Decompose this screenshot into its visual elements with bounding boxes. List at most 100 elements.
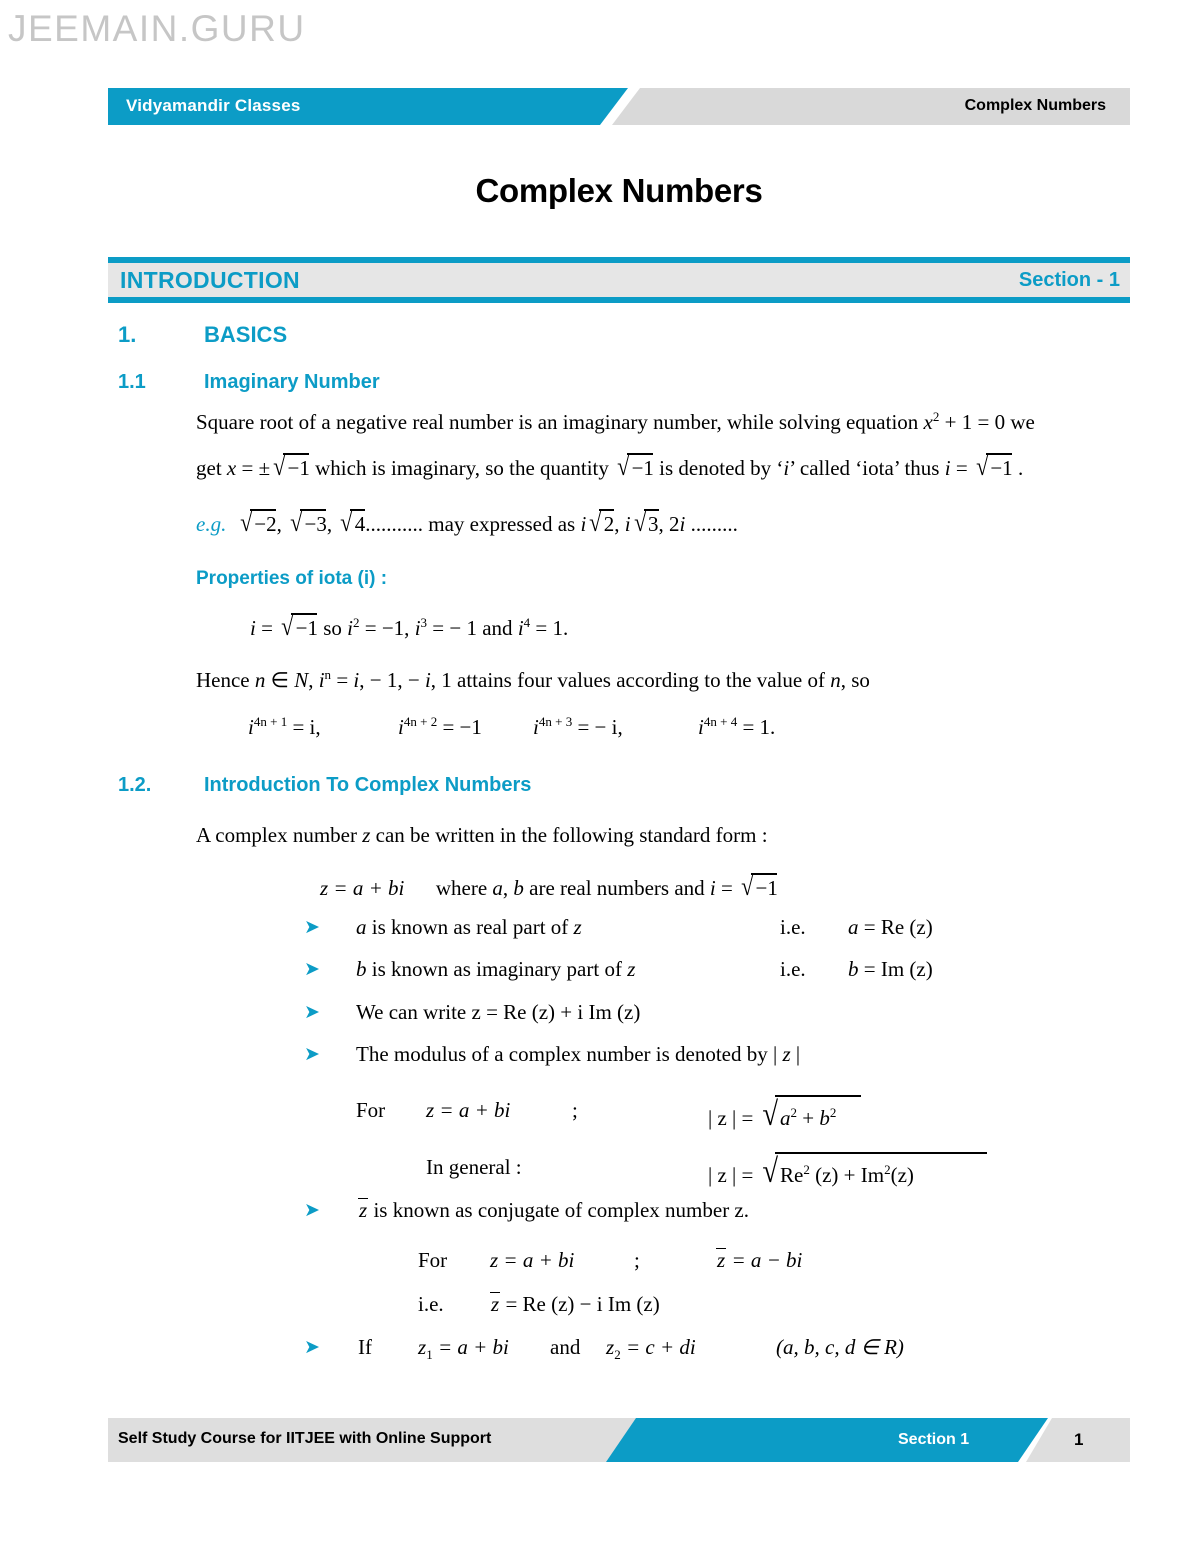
radical-neg1-d: √ −1 <box>281 612 318 641</box>
bullet-4-desc: The modulus of a complex number is denot… <box>356 1042 783 1066</box>
bullet-1-var: a <box>356 915 367 939</box>
p1-l1-var-x: x <box>923 410 933 434</box>
hence-set-N: N <box>294 668 309 692</box>
bullet-6-and: and <box>550 1335 581 1359</box>
radical-neg1-c: √ −1 <box>976 452 1013 481</box>
heading-1-2-text: Introduction To Complex Numbers <box>204 774 532 796</box>
z-conjugate-3: z <box>490 1292 501 1316</box>
running-header: Vidyamandir Classes Complex Numbers <box>108 88 1130 125</box>
pow1-exp: 4n + 1 <box>253 714 288 729</box>
complex-number-definition: A complex number z can be written in the… <box>196 823 768 847</box>
eg-dots-2: ......... <box>685 512 738 536</box>
radical-2: √ 2 <box>589 508 615 537</box>
header-institute-label: Vidyamandir Classes <box>126 96 301 115</box>
in-general-label: In general : <box>426 1155 522 1179</box>
bullet-1-result-expr: = Re (z) <box>858 915 933 939</box>
prop-val-2: = −1, <box>359 616 415 640</box>
radical-neg3-inner: −3 <box>304 512 327 536</box>
p2-part-a: A complex number <box>196 823 363 847</box>
conjugate-semicolon: ; <box>634 1248 640 1272</box>
mod1-plus: + <box>797 1106 820 1130</box>
conjugate-ie-formula: z = Re (z) − i Im (z) <box>490 1292 660 1316</box>
eg-label: e.g. <box>196 512 227 536</box>
p1-l2-part-g: . <box>1012 456 1024 480</box>
bullet-1-result-var: a <box>848 915 859 939</box>
p1-l2-var-x: x <box>226 456 237 480</box>
bullet-6-z2: z2 = c + di <box>606 1335 696 1361</box>
radical-4: √ 4 <box>340 508 366 537</box>
p1-l2-part-d: is denoted by ‘ <box>653 456 784 480</box>
bullet-3-text: We can write z = Re (z) + i Im (z) <box>356 1000 641 1024</box>
std-var-b: b <box>513 876 524 900</box>
p2-part-b: can be written in the following standard… <box>370 823 768 847</box>
intro-paragraph-line-2: get x = ± √ −1 which is imaginary, so the … <box>196 452 1023 482</box>
mod2-plus: + <box>838 1163 861 1187</box>
bullet-6-z1-var: z <box>418 1335 427 1359</box>
radical-neg2-inner: −2 <box>254 512 277 536</box>
mod2-lhs: | z | = <box>708 1163 759 1187</box>
heading-1-number: 1. <box>118 322 137 347</box>
conjugate-formula: z = a − bi <box>716 1248 802 1272</box>
intro-paragraph-line-1: Square root of a negative real number is… <box>196 410 1035 434</box>
z-conjugate-3-var: z <box>491 1292 500 1316</box>
conjugate-for-expr-italic: z = a + bi <box>490 1248 575 1272</box>
eg-comma-2: , <box>326 512 338 536</box>
iota-power-2: i4n + 2 = −1 <box>398 715 482 739</box>
mod2-im-arg: (z) <box>890 1163 914 1187</box>
eg-dots-1: ........... <box>365 512 424 536</box>
hence-comma: , <box>308 668 319 692</box>
bullet-2-ie: i.e. <box>780 957 806 981</box>
eg-comma-4: , 2 <box>658 512 680 536</box>
heading-1-1-number: 1.1 <box>118 371 146 393</box>
bullet-arrow-icon-2: ➤ <box>304 958 320 980</box>
band-section-number: Section - 1 <box>1018 269 1120 291</box>
standard-form-expr: z = a + bi <box>320 876 405 900</box>
mod2-re: Re <box>780 1163 804 1187</box>
example-line: e.g. √ −2, √ −3, √ 4........... may express… <box>196 508 738 538</box>
conjugate-for-expr: z = a + bi <box>490 1248 574 1272</box>
bullet-5-desc: is known as conjugate of complex number … <box>368 1198 750 1222</box>
hence-so: , so <box>840 668 870 692</box>
radical-mod-1: √ a2 + b2 <box>759 1095 861 1135</box>
mod1-exp-b: 2 <box>829 1105 837 1120</box>
prop-val-4: = 1. <box>530 616 569 640</box>
radical-neg1-e-inner: −1 <box>755 876 778 900</box>
band-section-name: INTRODUCTION <box>120 267 300 293</box>
std-equals: = <box>715 876 739 900</box>
radical-neg1-e: √ −1 <box>741 872 778 901</box>
prop-equals: = <box>255 616 279 640</box>
mod1-var-a: a <box>780 1106 791 1130</box>
bullet-2-var-z: z <box>627 957 636 981</box>
modulus-formula-2: | z | = √ Re2 (z) + Im2(z) <box>708 1152 987 1192</box>
pow2-value: = −1 <box>437 715 482 739</box>
z-conjugate-2-var: z <box>717 1248 726 1272</box>
bullet-arrow-icon-5: ➤ <box>304 1199 320 1221</box>
radical-neg1-b: √ −1 <box>617 452 654 481</box>
radical-neg3: √ −3 <box>290 508 327 537</box>
heading-1-text: BASICS <box>204 322 288 347</box>
page-title: Complex Numbers <box>475 172 763 209</box>
bullet-2-result-expr: = Im (z) <box>858 957 933 981</box>
p1-l2-part-b: = ± <box>236 456 271 480</box>
std-real-text: are real numbers and <box>523 876 710 900</box>
footer-page-number: 1 <box>1074 1430 1084 1449</box>
iota-properties-equation: i = √ −1 so i2 = −1, i3 = − 1 and i4 = 1. <box>250 612 568 642</box>
hence-values-a: , − 1, − <box>359 668 425 692</box>
p1-l2-part-c: which is imaginary, so the quantity <box>309 456 615 480</box>
radical-3: √ 3 <box>633 508 659 537</box>
document-page: Vidyamandir Classes Complex Numbers Comp… <box>108 0 1130 1553</box>
mod1-lhs: | z | = <box>708 1106 759 1130</box>
modulus-semicolon: ; <box>572 1098 578 1122</box>
pow4-exp: 4n + 4 <box>703 714 738 729</box>
conjugate-ie-label: i.e. <box>418 1292 444 1316</box>
bullet-6-z2-var: z <box>606 1335 615 1359</box>
bullet-arrow-icon-4: ➤ <box>304 1043 320 1065</box>
bullet-1-desc: is known as real part of <box>366 915 574 939</box>
pow4-value: = 1. <box>737 715 776 739</box>
std-comma: , <box>502 876 514 900</box>
heading-1-2-number: 1.2. <box>118 774 152 796</box>
bullet-1-var-z: z <box>573 915 582 939</box>
hence-line: Hence n ∈ N, in = i, − 1, − i, 1 attains… <box>196 668 870 692</box>
bullet-arrow-icon-3: ➤ <box>304 1001 320 1023</box>
eg-comma-3: , <box>614 512 625 536</box>
